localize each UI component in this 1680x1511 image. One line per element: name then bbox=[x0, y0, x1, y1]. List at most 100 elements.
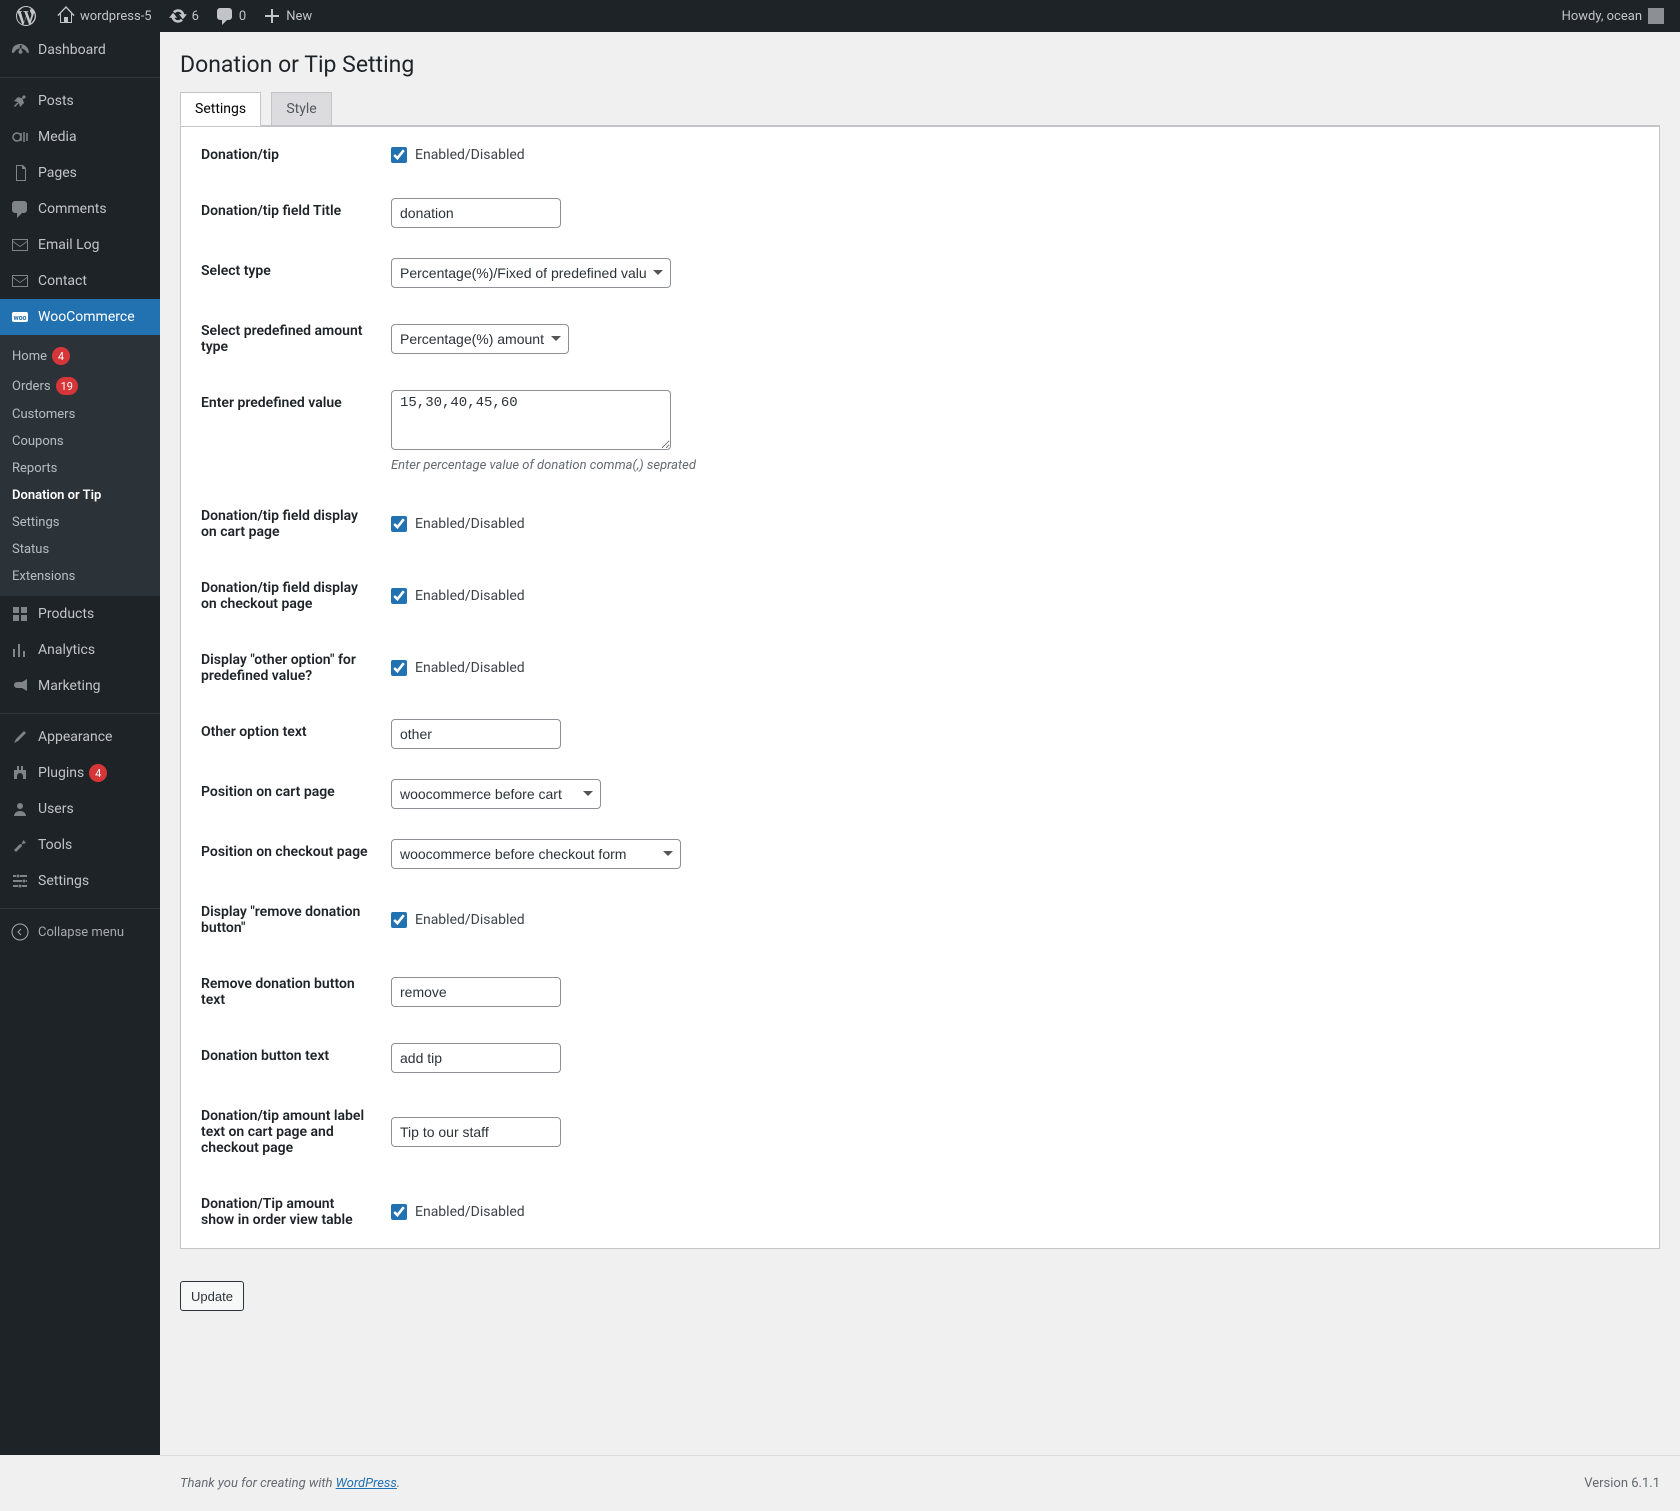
button-text-input[interactable] bbox=[391, 1043, 561, 1073]
menu-woocommerce[interactable]: wooWooCommerce bbox=[0, 299, 160, 335]
submenu-label: Status bbox=[12, 542, 49, 557]
menu-label: Marketing bbox=[38, 678, 101, 694]
submenu-label: Settings bbox=[12, 515, 59, 530]
menu-contact[interactable]: Contact bbox=[0, 263, 160, 299]
comments-count: 0 bbox=[239, 9, 246, 24]
woocommerce-icon: woo bbox=[10, 307, 30, 327]
collapse-menu[interactable]: Collapse menu bbox=[0, 914, 160, 950]
separator bbox=[0, 73, 160, 78]
display-other-checkbox-label[interactable]: Enabled/Disabled bbox=[391, 660, 1649, 676]
submenu-home[interactable]: Home4 bbox=[0, 341, 160, 371]
menu-comments[interactable]: Comments bbox=[0, 191, 160, 227]
wp-logo[interactable] bbox=[8, 0, 48, 32]
position-checkout-dropdown[interactable]: woocommerce before checkout form bbox=[391, 839, 681, 869]
predefined-value-textarea[interactable]: 15,30,40,45,60 bbox=[391, 390, 671, 450]
badge: 19 bbox=[56, 377, 78, 395]
settings-form: Donation/tip Enabled/Disabled Donation/t… bbox=[181, 127, 1659, 1248]
collapse-label: Collapse menu bbox=[38, 925, 124, 940]
plus-icon bbox=[262, 6, 282, 26]
tab-nav: Settings Style bbox=[180, 82, 1660, 126]
submenu-donation-tip[interactable]: Donation or Tip bbox=[0, 482, 160, 509]
menu-posts[interactable]: Posts bbox=[0, 83, 160, 119]
page-icon bbox=[10, 163, 30, 183]
menu-marketing[interactable]: Marketing bbox=[0, 668, 160, 704]
submenu-customers[interactable]: Customers bbox=[0, 401, 160, 428]
menu-products[interactable]: Products bbox=[0, 596, 160, 632]
tab-style[interactable]: Style bbox=[271, 92, 331, 125]
field-title-input[interactable] bbox=[391, 198, 561, 228]
show-order-view-checkbox[interactable] bbox=[391, 1204, 407, 1220]
predefined-amount-type-dropdown[interactable]: Percentage(%) amount bbox=[391, 324, 569, 354]
comment-icon bbox=[10, 199, 30, 219]
brush-icon bbox=[10, 727, 30, 747]
display-cart-checkbox[interactable] bbox=[391, 516, 407, 532]
new-label: New bbox=[286, 9, 312, 24]
other-text-input[interactable] bbox=[391, 719, 561, 749]
display-other-checkbox[interactable] bbox=[391, 660, 407, 676]
tab-settings[interactable]: Settings bbox=[180, 92, 261, 126]
menu-analytics[interactable]: Analytics bbox=[0, 632, 160, 668]
field-label: Remove donation button text bbox=[181, 956, 381, 1028]
field-label: Donation/tip bbox=[181, 127, 381, 183]
field-description: Enter percentage value of donation comma… bbox=[391, 458, 1649, 473]
main-content: Donation or Tip Setting Settings Style D… bbox=[160, 0, 1680, 1455]
submenu-orders[interactable]: Orders19 bbox=[0, 371, 160, 401]
menu-settings[interactable]: Settings bbox=[0, 863, 160, 899]
donation-tip-checkbox[interactable] bbox=[391, 147, 407, 163]
select-type-dropdown[interactable]: Percentage(%)/Fixed of predefined values bbox=[391, 258, 671, 288]
dashboard-icon bbox=[10, 40, 30, 60]
field-label: Display "other option" for predefined va… bbox=[181, 632, 381, 704]
new-content[interactable]: New bbox=[254, 0, 320, 32]
menu-label: Tools bbox=[38, 837, 72, 853]
svg-text:woo: woo bbox=[13, 314, 26, 322]
wordpress-link[interactable]: WordPress bbox=[336, 1476, 397, 1491]
woocommerce-submenu: Home4 Orders19 Customers Coupons Reports… bbox=[0, 335, 160, 596]
comments-link[interactable]: 0 bbox=[207, 0, 254, 32]
checkbox-text: Enabled/Disabled bbox=[415, 588, 525, 604]
menu-appearance[interactable]: Appearance bbox=[0, 719, 160, 755]
submenu-label: Extensions bbox=[12, 569, 75, 584]
admin-toolbar-right: Howdy, ocean bbox=[1554, 0, 1672, 32]
admin-toolbar: wordpress-5 6 0 New Howdy, ocean bbox=[0, 0, 1680, 32]
site-name[interactable]: wordpress-5 bbox=[48, 0, 160, 32]
menu-tools[interactable]: Tools bbox=[0, 827, 160, 863]
greeting: Howdy, ocean bbox=[1562, 9, 1642, 24]
menu-email-log[interactable]: Email Log bbox=[0, 227, 160, 263]
updates[interactable]: 6 bbox=[160, 0, 207, 32]
submenu-reports[interactable]: Reports bbox=[0, 455, 160, 482]
badge: 4 bbox=[52, 347, 70, 365]
field-label: Donation/Tip amount show in order view t… bbox=[181, 1176, 381, 1248]
field-label: Donation/tip field display on cart page bbox=[181, 488, 381, 560]
submenu-coupons[interactable]: Coupons bbox=[0, 428, 160, 455]
media-icon bbox=[10, 127, 30, 147]
amount-label-input[interactable] bbox=[391, 1117, 561, 1147]
site-name-label: wordpress-5 bbox=[80, 9, 152, 24]
version-text: Version 6.1.1 bbox=[1584, 1476, 1660, 1491]
display-remove-checkbox[interactable] bbox=[391, 912, 407, 928]
menu-plugins[interactable]: Plugins4 bbox=[0, 755, 160, 791]
account-menu[interactable]: Howdy, ocean bbox=[1554, 0, 1672, 32]
submenu-settings[interactable]: Settings bbox=[0, 509, 160, 536]
submenu-status[interactable]: Status bbox=[0, 536, 160, 563]
menu-users[interactable]: Users bbox=[0, 791, 160, 827]
checkbox-text: Enabled/Disabled bbox=[415, 912, 525, 928]
checkbox-text: Enabled/Disabled bbox=[415, 147, 525, 163]
submenu-extensions[interactable]: Extensions bbox=[0, 563, 160, 590]
update-icon bbox=[168, 6, 188, 26]
updates-count: 6 bbox=[192, 9, 199, 24]
menu-dashboard[interactable]: Dashboard bbox=[0, 32, 160, 68]
separator bbox=[0, 904, 160, 909]
submenu-label: Reports bbox=[12, 461, 57, 476]
show-order-view-checkbox-label[interactable]: Enabled/Disabled bbox=[391, 1204, 1649, 1220]
menu-pages[interactable]: Pages bbox=[0, 155, 160, 191]
field-label: Donation button text bbox=[181, 1028, 381, 1088]
display-checkout-checkbox[interactable] bbox=[391, 588, 407, 604]
display-remove-checkbox-label[interactable]: Enabled/Disabled bbox=[391, 912, 1649, 928]
remove-text-input[interactable] bbox=[391, 977, 561, 1007]
position-cart-dropdown[interactable]: woocommerce before cart bbox=[391, 779, 601, 809]
donation-tip-checkbox-label[interactable]: Enabled/Disabled bbox=[391, 147, 1649, 163]
display-checkout-checkbox-label[interactable]: Enabled/Disabled bbox=[391, 588, 1649, 604]
display-cart-checkbox-label[interactable]: Enabled/Disabled bbox=[391, 516, 1649, 532]
update-button[interactable]: Update bbox=[180, 1281, 244, 1311]
menu-media[interactable]: Media bbox=[0, 119, 160, 155]
